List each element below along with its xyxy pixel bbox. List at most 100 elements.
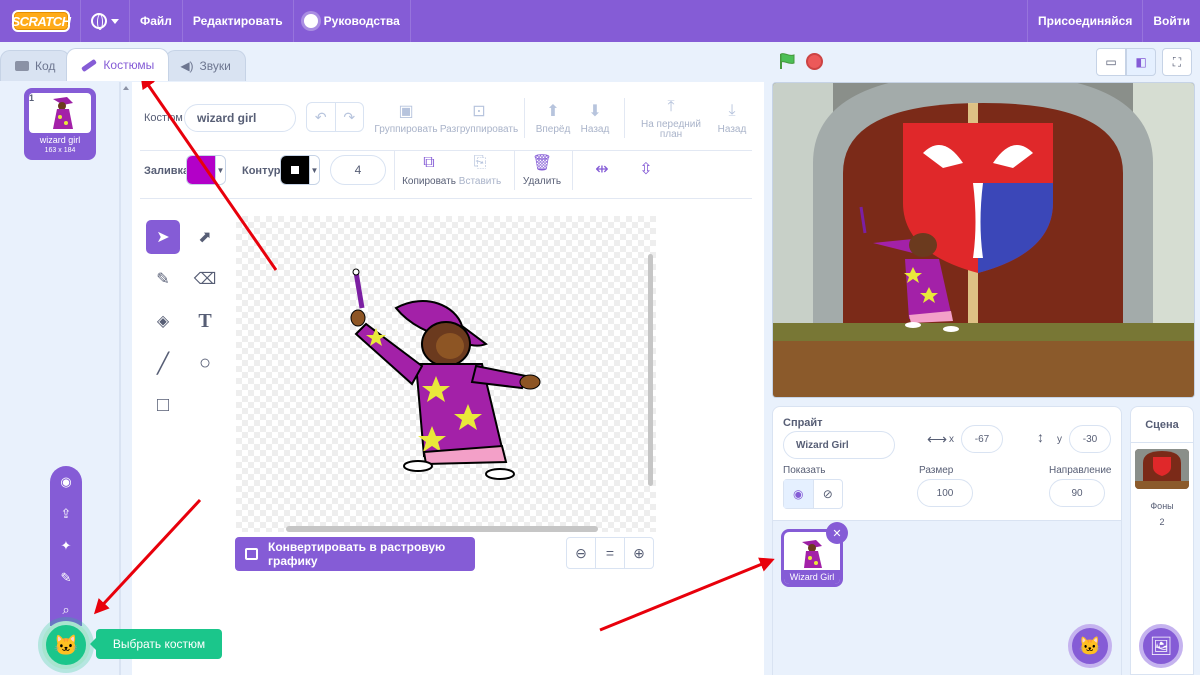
fill-tool[interactable]: ◈ <box>146 304 180 338</box>
costume-tile[interactable]: 1 wizard girl 163 x 184 <box>24 88 96 160</box>
size-label: Размер <box>919 465 954 476</box>
convert-to-bitmap-button[interactable]: Конвертировать в растровую графику <box>235 537 475 571</box>
menu-bar: SCRATCH Файл Редактировать Руководства П… <box>0 0 1200 42</box>
line-icon: ╱ <box>156 352 170 375</box>
copy-button[interactable]: ⧉ Копировать <box>402 154 456 187</box>
paste-label: Вставить <box>458 176 502 187</box>
scratch-logo[interactable]: SCRATCH <box>11 10 71 32</box>
stop-icon[interactable] <box>806 53 823 70</box>
y-input[interactable]: -30 <box>1069 425 1111 453</box>
language-menu[interactable] <box>80 0 130 42</box>
large-stage-icon: ◧ <box>1135 55 1147 69</box>
tab-sounds[interactable]: ◀) Звуки <box>165 50 246 81</box>
outline-label: Контур <box>242 165 281 177</box>
zoom-out-button[interactable]: ⊖ <box>567 538 596 568</box>
text-tool[interactable]: T <box>188 304 222 338</box>
flip-horizontal-icon: ⇹ <box>595 161 609 178</box>
chevron-down-icon <box>111 18 119 24</box>
costume-name-input[interactable]: wizard girl <box>184 104 296 132</box>
surprise-icon[interactable]: ✦ <box>58 538 74 554</box>
sprite-name-input[interactable]: Wizard Girl <box>783 431 895 459</box>
convert-label: Конвертировать в растровую графику <box>268 540 446 568</box>
back-button[interactable]: ⤓ Назад <box>712 102 752 135</box>
collapse-strip[interactable] <box>120 82 132 675</box>
rectangle-tool[interactable]: □ <box>146 388 180 422</box>
flip-horizontal-button[interactable]: ⇹ <box>590 160 614 178</box>
undo-redo-group: ↶ ↷ <box>306 102 364 132</box>
size-input[interactable]: 100 <box>917 479 973 507</box>
redo-button[interactable]: ↷ <box>336 103 364 131</box>
outline-color-picker[interactable]: ▼ <box>280 155 320 185</box>
camera-icon[interactable]: ◉ <box>58 474 74 490</box>
fill-color-picker[interactable]: ▼ <box>186 155 226 185</box>
brush-icon: ✎ <box>156 271 170 288</box>
editor-tabs: Код Костюмы ◀) Звуки <box>0 48 246 82</box>
canvas-vertical-scrollbar[interactable] <box>648 254 653 486</box>
front-label: На передний план <box>641 119 701 140</box>
front-button[interactable]: ⤒ На передний план <box>640 98 702 140</box>
chevron-down-icon: ▼ <box>215 156 225 184</box>
paint-icon[interactable]: ✎ <box>58 570 74 586</box>
paste-button[interactable]: ⎘ Вставить <box>458 154 502 187</box>
outline-width-input[interactable]: 4 <box>330 155 386 185</box>
direction-input[interactable]: 90 <box>1049 479 1105 507</box>
trash-icon[interactable]: ✕ <box>826 522 848 544</box>
search-icon[interactable]: ⌕ <box>58 602 74 618</box>
choose-costume-menu: ◉ ⇪ ✦ ✎ ⌕ <box>50 466 82 626</box>
copy-icon: ⧉ <box>423 154 435 171</box>
choose-backdrop-button[interactable]: 🖼 <box>1139 624 1183 668</box>
reshape-tool[interactable]: ⬈ <box>188 220 222 254</box>
backward-label: Назад <box>580 124 610 135</box>
paste-icon: ⎘ <box>473 154 487 171</box>
brush-tool[interactable]: ✎ <box>146 262 180 296</box>
forward-button[interactable]: ⬆ Вперёд <box>532 102 574 135</box>
green-flag-icon[interactable] <box>778 52 796 70</box>
eye-icon: ◉ <box>793 487 804 501</box>
select-tool[interactable]: ➤ <box>146 220 180 254</box>
sprite-label: Спрайт <box>783 417 823 429</box>
canvas-horizontal-scrollbar[interactable] <box>286 526 598 532</box>
x-input[interactable]: -67 <box>961 425 1003 453</box>
ungroup-icon: ⊡ <box>472 103 486 120</box>
divider <box>394 150 395 190</box>
paint-editor: Костюм wizard girl ↶ ↷ ▣ Группировать ⊡ … <box>132 82 764 675</box>
zoom-in-icon: ⊕ <box>633 544 645 561</box>
delete-button[interactable]: 🗑 Удалить <box>522 154 562 187</box>
tab-costumes[interactable]: Костюмы <box>66 48 170 81</box>
choose-sprite-button[interactable]: 🐱 <box>1068 624 1112 668</box>
zoom-out-icon: ⊖ <box>575 544 587 561</box>
backward-button[interactable]: ⬇ Назад <box>576 102 614 135</box>
signin-link[interactable]: Войти <box>1142 0 1200 42</box>
flip-vertical-button[interactable]: ⇳ <box>634 160 658 178</box>
stage[interactable] <box>772 82 1195 398</box>
eraser-tool[interactable]: ⌫ <box>188 262 222 296</box>
group-button[interactable]: ▣ Группировать <box>374 102 437 135</box>
divider <box>140 198 752 199</box>
tutorials-menu[interactable]: Руководства <box>294 0 411 42</box>
join-link[interactable]: Присоединяйся <box>1027 0 1142 42</box>
upload-icon[interactable]: ⇪ <box>58 506 74 522</box>
line-tool[interactable]: ╱ <box>146 346 180 380</box>
stage-controls: ▭ ◧ ⛶ <box>772 48 1200 78</box>
edit-menu[interactable]: Редактировать <box>183 0 294 42</box>
tab-costumes-label: Костюмы <box>103 58 155 72</box>
ungroup-button[interactable]: ⊡ Разгруппировать <box>440 102 518 135</box>
circle-tool[interactable]: ○ <box>188 346 222 380</box>
zoom-in-button[interactable]: ⊕ <box>625 538 653 568</box>
file-menu[interactable]: Файл <box>130 0 183 42</box>
undo-button[interactable]: ↶ <box>307 103 336 131</box>
show-button[interactable]: ◉ <box>784 480 814 508</box>
scroll-up-icon[interactable] <box>123 86 129 90</box>
arrow-down-icon: ⬇ <box>588 103 602 120</box>
costume-number: 1 <box>29 93 35 103</box>
zoom-reset-button[interactable]: = <box>596 538 625 568</box>
choose-costume-button[interactable]: 🐱 <box>42 621 90 669</box>
arrow-bottom-icon: ⤓ <box>728 102 736 119</box>
paint-canvas[interactable] <box>236 216 656 532</box>
tab-code[interactable]: Код <box>0 50 71 81</box>
reshape-icon: ⬈ <box>198 229 212 246</box>
large-stage-button[interactable]: ◧ <box>1126 48 1156 76</box>
fullscreen-button[interactable]: ⛶ <box>1162 48 1192 76</box>
hide-button[interactable]: ⊘ <box>814 480 843 508</box>
small-stage-button[interactable]: ▭ <box>1096 48 1126 76</box>
